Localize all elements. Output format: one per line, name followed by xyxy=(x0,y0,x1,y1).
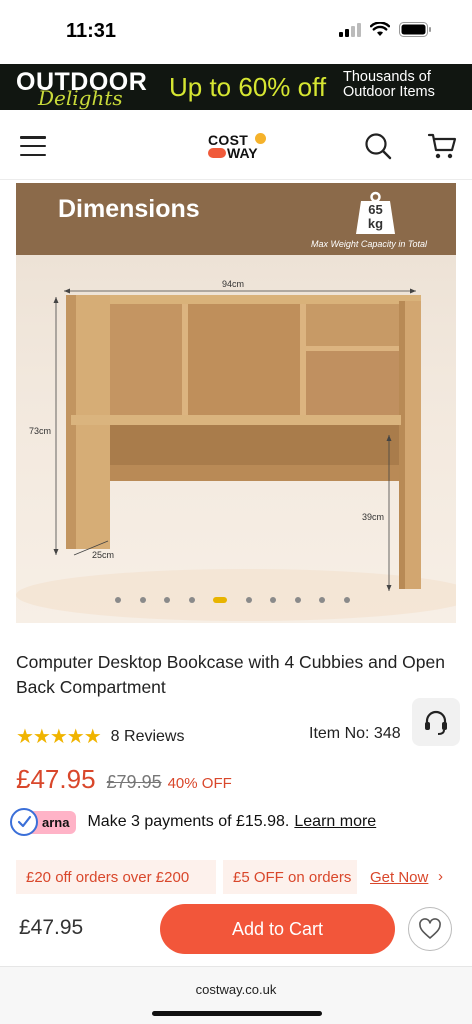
carousel-dot[interactable] xyxy=(270,597,276,603)
reviews-label: Reviews xyxy=(124,727,185,745)
chevron-right-icon: › xyxy=(438,868,443,885)
item-number: Item No: 348 xyxy=(309,725,413,743)
heart-icon xyxy=(419,918,441,939)
customer-support-button[interactable] xyxy=(412,698,460,746)
cellular-signal-icon xyxy=(339,22,361,37)
klarna-learn-more-link[interactable]: Learn more xyxy=(294,813,376,831)
carousel-dot-active[interactable] xyxy=(213,597,227,603)
weight-caption: Max Weight Capacity in Total xyxy=(311,239,428,249)
item-number-label: Item No: xyxy=(309,725,370,742)
carousel-dot[interactable] xyxy=(245,597,252,603)
dimension-inner-height-label: 39cm xyxy=(362,512,385,522)
image-header-band: Dimensions 65 kg Max Weight Capacity in … xyxy=(16,183,456,255)
coupon-chip[interactable]: £20 off orders over £200 xyxy=(16,860,216,894)
logo-text-bottom: WAY xyxy=(227,145,258,161)
carousel-dot[interactable] xyxy=(294,597,301,603)
headset-icon xyxy=(425,710,447,735)
status-icons xyxy=(339,22,432,37)
bookcase-illustration xyxy=(16,288,456,621)
site-header: COST WAY xyxy=(0,110,472,180)
home-indicator[interactable] xyxy=(152,1011,322,1016)
add-to-cart-button[interactable]: Add to Cart xyxy=(160,904,395,954)
search-icon[interactable] xyxy=(364,132,392,160)
klarna-text: Make 3 payments of £15.98. xyxy=(87,813,290,830)
weight-badge: 65 kg xyxy=(353,191,398,236)
dimension-width-label: 94cm xyxy=(222,279,245,289)
promo-subtext-line1: Thousands of xyxy=(343,69,431,85)
carousel-dot[interactable] xyxy=(164,597,170,603)
carousel-dot[interactable] xyxy=(139,597,146,603)
logo-dot xyxy=(255,133,266,144)
wishlist-button[interactable] xyxy=(408,907,452,951)
carousel-dots xyxy=(115,597,350,603)
discount-badge: 40% OFF xyxy=(167,775,232,792)
promo-subtext-line2: Outdoor Items xyxy=(343,84,435,100)
get-coupon-link[interactable]: Get Now xyxy=(370,869,428,886)
coupon-row: £20 off orders over £200 £5 OFF on order… xyxy=(16,860,472,896)
current-price: £47.95 xyxy=(16,764,96,794)
bottom-action-bar: £47.95 Add to Cart xyxy=(0,896,472,966)
weight-number: 65 xyxy=(368,202,383,217)
wifi-icon xyxy=(370,22,390,36)
original-price: £79.95 xyxy=(106,772,162,792)
coupon-chip[interactable]: £5 OFF on orders xyxy=(223,860,357,894)
verified-badge-icon xyxy=(10,808,38,836)
carousel-dot[interactable] xyxy=(343,597,350,603)
battery-icon xyxy=(399,22,431,37)
dimension-depth-label: 25cm xyxy=(92,550,115,560)
page: 11:31 OUTDOOR Delights Up to 60% off Tho… xyxy=(0,0,472,1024)
product-title: Computer Desktop Bookcase with 4 Cubbies… xyxy=(16,652,445,697)
reviews-count: 8 xyxy=(110,727,120,745)
carousel-dot[interactable] xyxy=(115,597,121,603)
dimension-height-label: 73cm xyxy=(29,426,52,436)
promo-offer: Up to 60% off xyxy=(169,72,327,102)
costway-logo[interactable]: COST WAY xyxy=(207,132,267,161)
bottom-price: £47.95 xyxy=(19,916,84,939)
klarna-row: arna Make 3 payments of £15.98. Learn mo… xyxy=(10,808,376,836)
image-title: Dimensions xyxy=(58,195,200,223)
hamburger-menu-icon[interactable] xyxy=(20,136,46,156)
cart-icon[interactable] xyxy=(427,132,457,160)
item-number-value: 348 xyxy=(373,725,401,742)
reviews-link[interactable]: 8 Reviews xyxy=(111,728,185,746)
promo-subtext: Thousands of Outdoor Items xyxy=(343,70,435,100)
rating-stars: ★★★★★ xyxy=(16,726,102,748)
carousel-dot[interactable] xyxy=(188,597,195,603)
status-time: 11:31 xyxy=(66,20,117,42)
rating-row[interactable]: ★★★★★ 8 Reviews xyxy=(16,724,184,749)
price-row: £47.95 £79.95 40% OFF xyxy=(16,764,232,795)
weight-value: 65 kg xyxy=(353,203,398,231)
carousel-dot[interactable] xyxy=(319,597,325,603)
status-bar: 11:31 xyxy=(0,0,472,64)
promo-banner[interactable]: OUTDOOR Delights Up to 60% off Thousands… xyxy=(0,64,472,110)
url-text: costway.co.uk xyxy=(195,982,277,997)
browser-url-bar[interactable]: costway.co.uk xyxy=(0,966,472,1024)
logo-bar xyxy=(208,148,226,158)
weight-unit: kg xyxy=(367,216,384,231)
product-image[interactable]: Dimensions 65 kg Max Weight Capacity in … xyxy=(16,183,456,623)
promo-brand-script: Delights xyxy=(38,86,123,110)
